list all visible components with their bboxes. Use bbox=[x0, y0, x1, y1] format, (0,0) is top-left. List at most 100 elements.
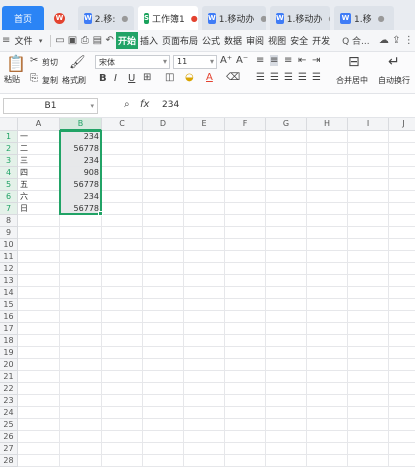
tab-doc-1[interactable]: W 2.移: ● bbox=[78, 6, 134, 30]
cell-d12[interactable] bbox=[143, 263, 184, 275]
row-header[interactable]: 27 bbox=[0, 443, 18, 455]
indent-decrease-icon[interactable]: ⇤ bbox=[298, 55, 306, 66]
cell-b16[interactable] bbox=[60, 311, 102, 323]
cell-b4[interactable]: 908 bbox=[60, 167, 102, 179]
cell-a17[interactable] bbox=[18, 323, 60, 335]
wrap-text-icon[interactable]: ↵ bbox=[388, 54, 400, 70]
undo-icon[interactable]: ↶ bbox=[104, 35, 116, 46]
unsaved-dot-icon[interactable]: ● bbox=[191, 14, 198, 23]
cell-j21[interactable] bbox=[389, 371, 415, 383]
tab-doc-2[interactable]: W 1.移动办 ● bbox=[202, 6, 266, 30]
cell-d17[interactable] bbox=[143, 323, 184, 335]
close-icon[interactable]: ● bbox=[121, 14, 128, 23]
cell-e26[interactable] bbox=[184, 431, 225, 443]
cell-a2[interactable]: 二 bbox=[18, 143, 60, 155]
increase-font-icon[interactable]: A⁺ bbox=[220, 55, 232, 66]
cell-j4[interactable] bbox=[389, 167, 415, 179]
cell-j7[interactable] bbox=[389, 203, 415, 215]
column-header-c[interactable]: C bbox=[102, 118, 143, 131]
justify-icon[interactable]: ☰ bbox=[298, 72, 307, 83]
cell-i22[interactable] bbox=[348, 383, 389, 395]
cell-a25[interactable] bbox=[18, 419, 60, 431]
cell-g24[interactable] bbox=[266, 407, 307, 419]
cell-g5[interactable] bbox=[266, 179, 307, 191]
cell-a28[interactable] bbox=[18, 455, 60, 467]
menu-home[interactable]: 开始 bbox=[115, 32, 138, 49]
cell-c4[interactable] bbox=[102, 167, 143, 179]
cell-a13[interactable] bbox=[18, 275, 60, 287]
more-icon[interactable]: ⋮ bbox=[403, 35, 415, 46]
cell-i13[interactable] bbox=[348, 275, 389, 287]
eraser-icon[interactable]: ⌫ bbox=[226, 72, 240, 83]
cell-f11[interactable] bbox=[225, 251, 266, 263]
row-header[interactable]: 1 bbox=[0, 131, 18, 143]
cell-c15[interactable] bbox=[102, 299, 143, 311]
format-painter-button[interactable]: 格式刷 bbox=[62, 75, 86, 86]
cell-g15[interactable] bbox=[266, 299, 307, 311]
cell-a10[interactable] bbox=[18, 239, 60, 251]
row-header[interactable]: 11 bbox=[0, 251, 18, 263]
font-size-select[interactable]: 11 ▾ bbox=[173, 55, 217, 69]
close-icon[interactable]: ● bbox=[260, 14, 266, 23]
cell-i8[interactable] bbox=[348, 215, 389, 227]
cell-e22[interactable] bbox=[184, 383, 225, 395]
cell-e18[interactable] bbox=[184, 335, 225, 347]
cell-i27[interactable] bbox=[348, 443, 389, 455]
column-header-i[interactable]: I bbox=[348, 118, 389, 131]
cell-d7[interactable] bbox=[143, 203, 184, 215]
cell-b11[interactable] bbox=[60, 251, 102, 263]
cell-j18[interactable] bbox=[389, 335, 415, 347]
cell-g27[interactable] bbox=[266, 443, 307, 455]
cell-d16[interactable] bbox=[143, 311, 184, 323]
cell-c25[interactable] bbox=[102, 419, 143, 431]
cell-a24[interactable] bbox=[18, 407, 60, 419]
align-right-icon[interactable]: ☰ bbox=[284, 72, 293, 83]
cell-d19[interactable] bbox=[143, 347, 184, 359]
cell-d11[interactable] bbox=[143, 251, 184, 263]
cell-i5[interactable] bbox=[348, 179, 389, 191]
cell-h26[interactable] bbox=[307, 431, 348, 443]
cell-i19[interactable] bbox=[348, 347, 389, 359]
cell-c21[interactable] bbox=[102, 371, 143, 383]
open-icon[interactable]: ▭ bbox=[54, 35, 66, 46]
cell-f1[interactable] bbox=[225, 131, 266, 143]
border-icon[interactable]: ⊞ bbox=[143, 72, 151, 83]
select-all-corner[interactable] bbox=[0, 118, 18, 131]
cell-j19[interactable] bbox=[389, 347, 415, 359]
cell-f7[interactable] bbox=[225, 203, 266, 215]
cell-g14[interactable] bbox=[266, 287, 307, 299]
cell-e12[interactable] bbox=[184, 263, 225, 275]
cell-h27[interactable] bbox=[307, 443, 348, 455]
cell-c12[interactable] bbox=[102, 263, 143, 275]
cell-d28[interactable] bbox=[143, 455, 184, 467]
cell-d1[interactable] bbox=[143, 131, 184, 143]
cell-g16[interactable] bbox=[266, 311, 307, 323]
cell-b10[interactable] bbox=[60, 239, 102, 251]
cell-f8[interactable] bbox=[225, 215, 266, 227]
cell-g10[interactable] bbox=[266, 239, 307, 251]
cell-d3[interactable] bbox=[143, 155, 184, 167]
row-header[interactable]: 20 bbox=[0, 359, 18, 371]
cell-d14[interactable] bbox=[143, 287, 184, 299]
cell-j12[interactable] bbox=[389, 263, 415, 275]
cell-a3[interactable]: 三 bbox=[18, 155, 60, 167]
row-header[interactable]: 16 bbox=[0, 311, 18, 323]
paste-icon[interactable]: 📋 bbox=[6, 54, 26, 73]
cell-b27[interactable] bbox=[60, 443, 102, 455]
cell-c10[interactable] bbox=[102, 239, 143, 251]
cell-f23[interactable] bbox=[225, 395, 266, 407]
cell-f9[interactable] bbox=[225, 227, 266, 239]
cell-g25[interactable] bbox=[266, 419, 307, 431]
cell-i7[interactable] bbox=[348, 203, 389, 215]
cell-i1[interactable] bbox=[348, 131, 389, 143]
cell-h11[interactable] bbox=[307, 251, 348, 263]
cell-h10[interactable] bbox=[307, 239, 348, 251]
cell-e11[interactable] bbox=[184, 251, 225, 263]
wrap-text-button[interactable]: 自动换行 bbox=[378, 75, 410, 86]
row-header[interactable]: 7 bbox=[0, 203, 18, 215]
cell-h3[interactable] bbox=[307, 155, 348, 167]
cell-j1[interactable] bbox=[389, 131, 415, 143]
cell-j22[interactable] bbox=[389, 383, 415, 395]
cell-j9[interactable] bbox=[389, 227, 415, 239]
cell-j5[interactable] bbox=[389, 179, 415, 191]
